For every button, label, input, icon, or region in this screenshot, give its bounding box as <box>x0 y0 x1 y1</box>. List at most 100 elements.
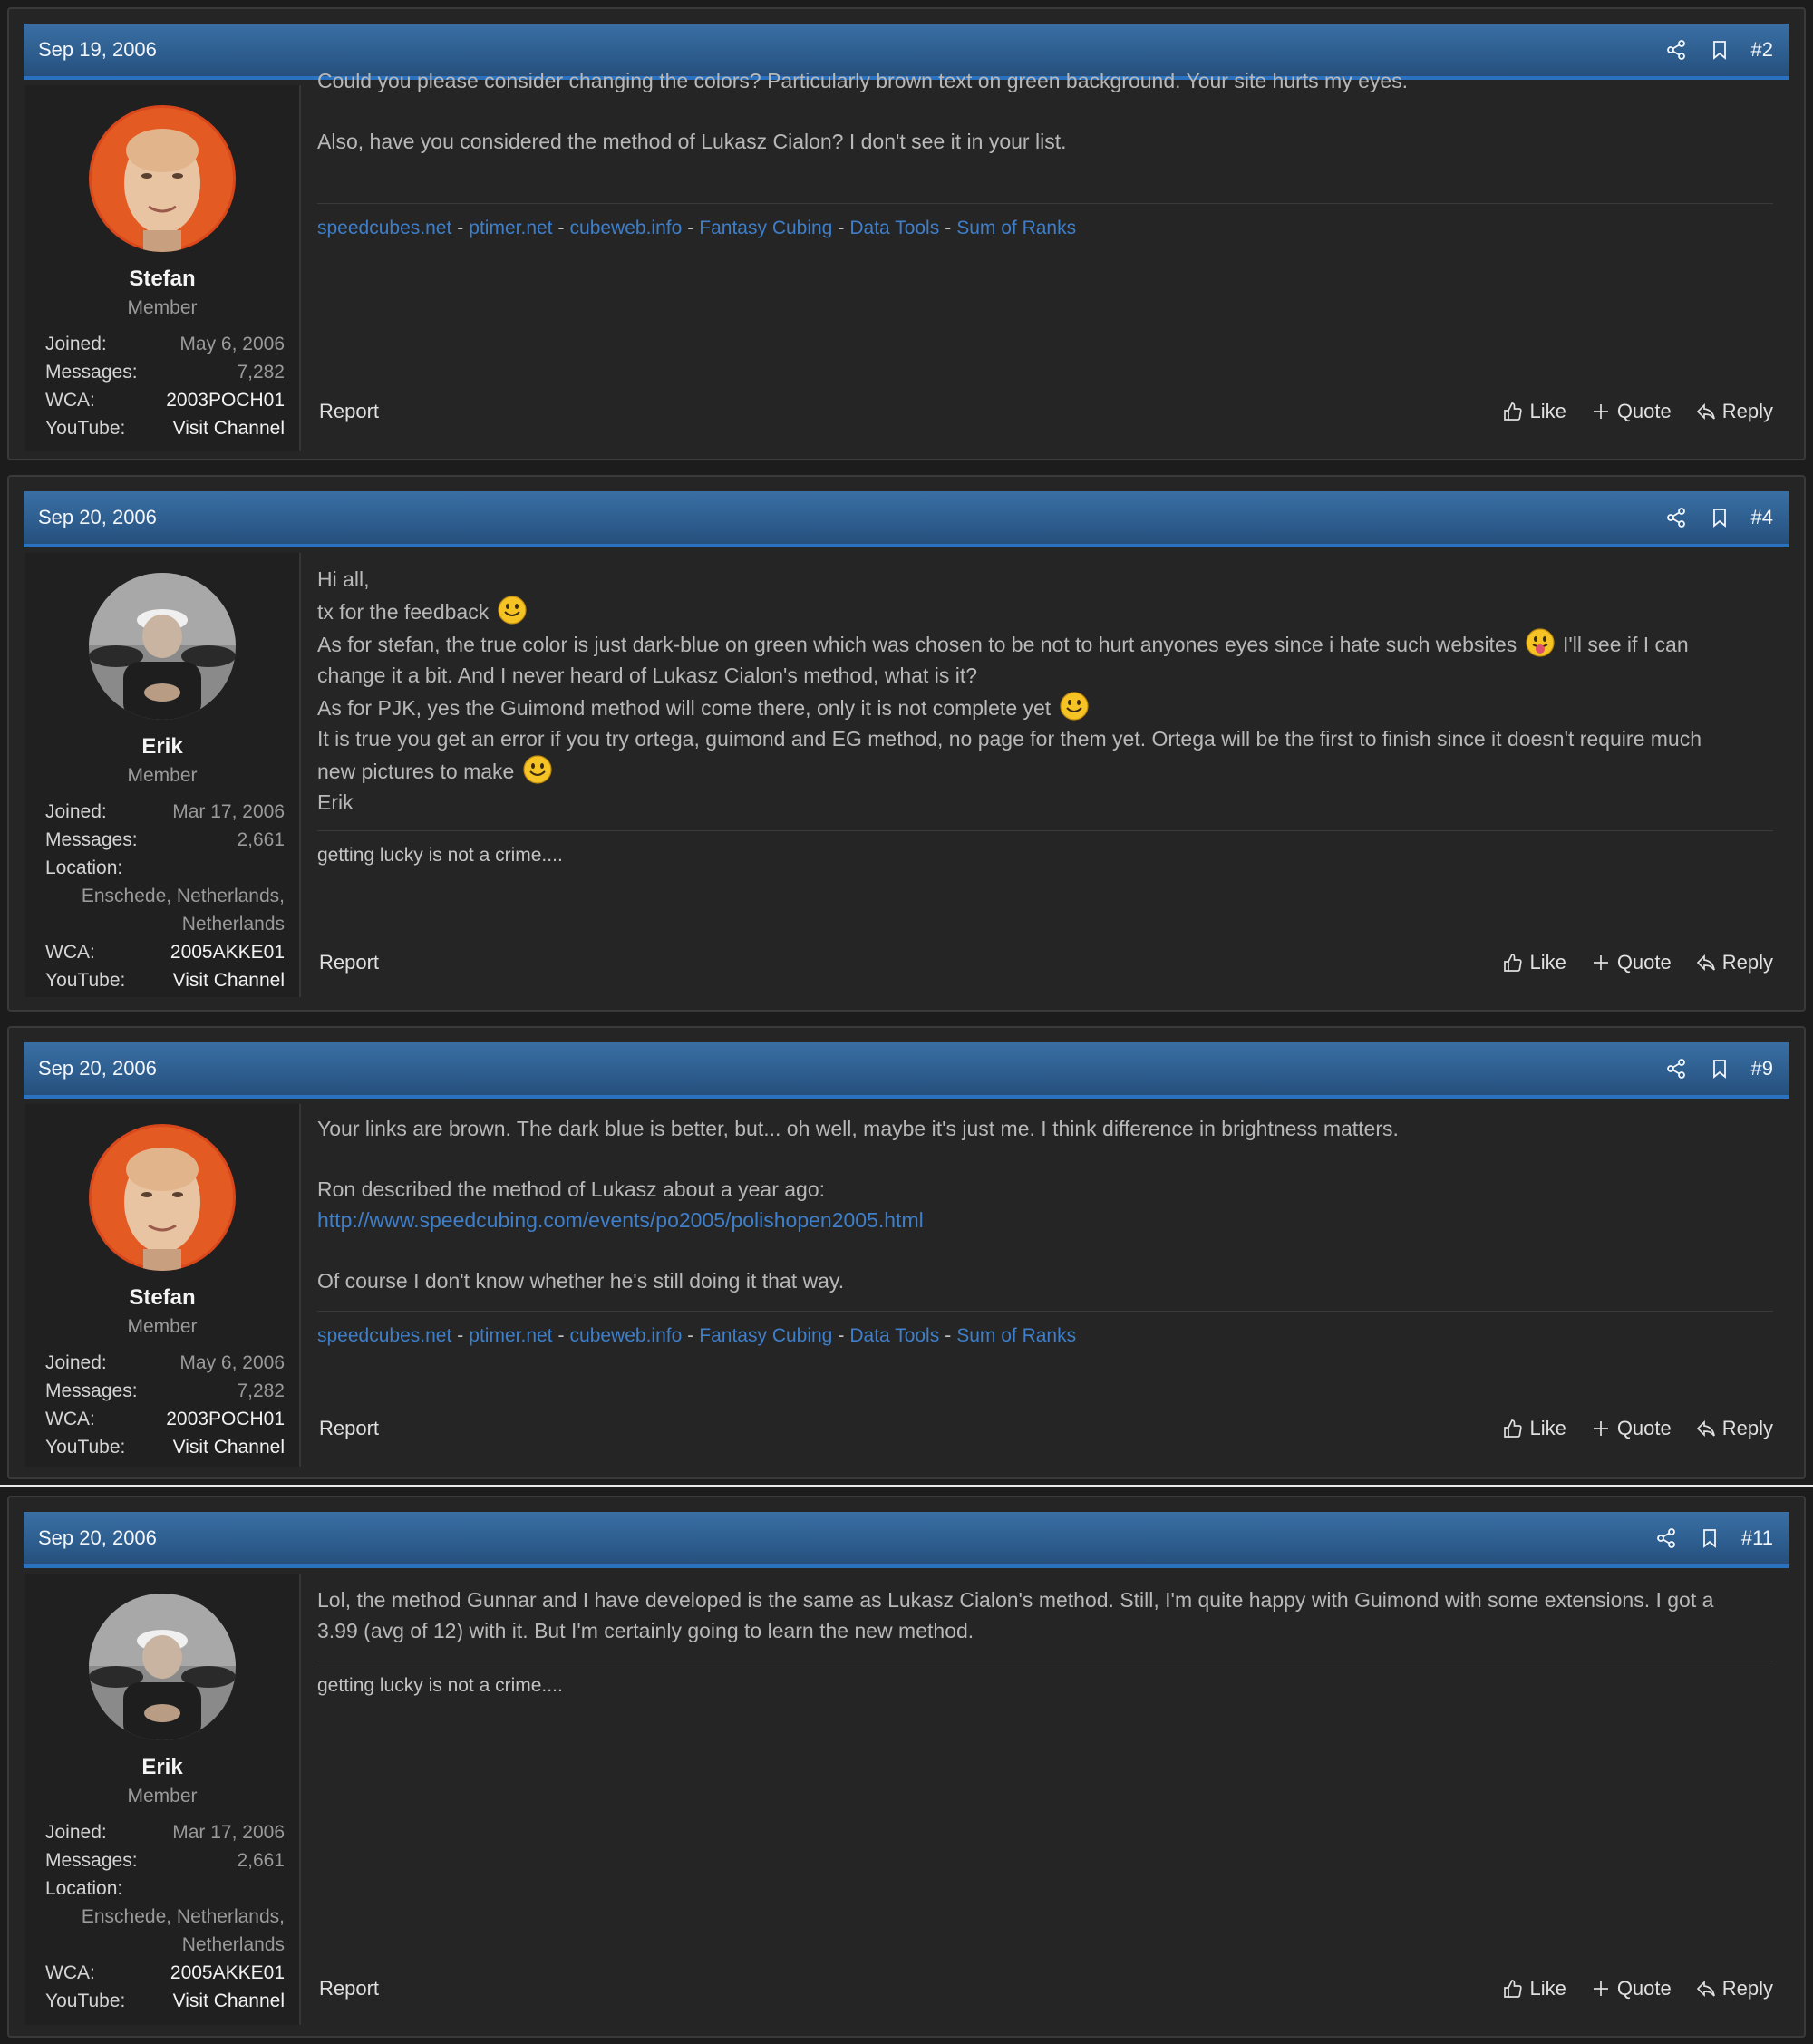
sig-link[interactable]: speedcubes.net <box>317 1325 451 1346</box>
post-number[interactable]: #2 <box>1751 38 1773 62</box>
wca-link[interactable]: 2005AKKE01 <box>170 938 285 966</box>
message-line: Ron described the method of Lukasz about… <box>317 1177 826 1201</box>
stat-messages: Messages: 2,661 <box>45 1850 285 1871</box>
stat-youtube: YouTube: Visit Channel <box>45 414 285 442</box>
post-number[interactable]: #9 <box>1751 1057 1773 1080</box>
smile-emoji <box>1059 692 1089 721</box>
report-button[interactable]: Report <box>319 400 1479 423</box>
bookmark-icon[interactable] <box>1706 504 1733 531</box>
report-button[interactable]: Report <box>319 1977 1479 2000</box>
plus-icon <box>1593 1421 1608 1436</box>
avatar[interactable] <box>89 573 236 720</box>
plus-icon <box>1593 955 1608 970</box>
sig-link[interactable]: Sum of Ranks <box>956 1325 1076 1346</box>
user-info: Erik Member Joined: Mar 17, 2006 Messages… <box>25 553 301 997</box>
quote-button[interactable]: Quote <box>1590 1977 1672 2000</box>
reply-icon <box>1696 1980 1715 1998</box>
post-date[interactable]: Sep 20, 2006 <box>38 1526 1636 1550</box>
sig-link[interactable]: Sum of Ranks <box>956 218 1076 238</box>
location-value[interactable]: Enschede, Netherlands, <box>45 1903 285 1931</box>
signature: getting lucky is not a crime.... <box>317 1661 1773 1700</box>
sig-link[interactable]: cubeweb.info <box>570 218 683 238</box>
like-button[interactable]: Like <box>1502 951 1566 974</box>
sig-link[interactable]: speedcubes.net <box>317 218 451 238</box>
share-icon[interactable] <box>1663 36 1690 63</box>
report-button[interactable]: Report <box>319 1417 1479 1440</box>
location-value[interactable]: Enschede, Netherlands, <box>45 882 285 910</box>
message-line: change it a bit. And I never heard of Lu… <box>317 664 978 687</box>
username[interactable]: Stefan <box>25 1285 299 1311</box>
message-line: Could you please consider changing the c… <box>317 69 1409 92</box>
sig-link[interactable]: Data Tools <box>849 1325 939 1346</box>
post-number[interactable]: #11 <box>1741 1526 1773 1550</box>
avatar[interactable] <box>89 105 236 252</box>
bookmark-icon[interactable] <box>1706 36 1733 63</box>
youtube-link[interactable]: Visit Channel <box>173 414 285 442</box>
sig-link[interactable]: ptimer.net <box>469 218 552 238</box>
share-icon[interactable] <box>1653 1525 1680 1552</box>
stat-wca: WCA: 2003POCH01 <box>45 1405 285 1433</box>
signature: speedcubes.net - ptimer.net - cubeweb.info - F… <box>317 203 1773 242</box>
quote-button[interactable]: Quote <box>1590 951 1672 974</box>
plus-icon <box>1593 1981 1608 1996</box>
message-body: Your links are brown. The dark blue is b… <box>317 1113 1773 1296</box>
username[interactable]: Erik <box>25 1755 299 1780</box>
quote-button[interactable]: Quote <box>1590 1417 1672 1440</box>
share-icon[interactable] <box>1663 504 1690 531</box>
like-button[interactable]: Like <box>1502 1977 1566 2000</box>
post-2: Sep 19, 2006 #2 Stefan Member Joined: May… <box>7 7 1806 460</box>
thumbs-up-icon <box>1504 1980 1523 1998</box>
stat-youtube: YouTube: Visit Channel <box>45 966 285 994</box>
reply-button[interactable]: Reply <box>1695 951 1773 974</box>
stat-location: Location: <box>45 857 123 878</box>
share-icon[interactable] <box>1663 1055 1690 1082</box>
like-button[interactable]: Like <box>1502 400 1566 423</box>
reply-icon <box>1696 954 1715 972</box>
user-info: Stefan Member Joined: May 6, 2006 Message… <box>25 1104 301 1467</box>
location-value[interactable]: Netherlands <box>45 1931 285 1959</box>
post-9: Sep 20, 2006 #9 Stefan Member Joined: May… <box>7 1026 1806 1479</box>
sig-link[interactable]: Fantasy Cubing <box>699 218 832 238</box>
user-stats: Joined: Mar 17, 2006 Messages: 2,661 Locat… <box>25 798 299 994</box>
quote-button[interactable]: Quote <box>1590 400 1672 423</box>
sig-link[interactable]: cubeweb.info <box>570 1325 683 1346</box>
user-info: Stefan Member Joined: May 6, 2006 Message… <box>25 85 301 451</box>
youtube-link[interactable]: Visit Channel <box>173 1433 285 1461</box>
wca-link[interactable]: 2005AKKE01 <box>170 1959 285 1987</box>
report-button[interactable]: Report <box>319 951 1479 974</box>
reply-button[interactable]: Reply <box>1695 1977 1773 2000</box>
message-line: new pictures to make <box>317 760 515 783</box>
reply-button[interactable]: Reply <box>1695 1417 1773 1440</box>
like-button[interactable]: Like <box>1502 1417 1566 1440</box>
thumbs-up-icon <box>1504 1419 1523 1438</box>
username[interactable]: Stefan <box>25 266 299 292</box>
reply-icon <box>1696 402 1715 421</box>
bookmark-icon[interactable] <box>1706 1055 1733 1082</box>
message-line: 3.99 (avg of 12) with it. But I'm certai… <box>317 1619 974 1642</box>
sig-link[interactable]: Data Tools <box>849 218 939 238</box>
avatar[interactable] <box>89 1124 236 1271</box>
bookmark-icon[interactable] <box>1696 1525 1723 1552</box>
post-date[interactable]: Sep 20, 2006 <box>38 1057 1646 1080</box>
sig-link[interactable]: ptimer.net <box>469 1325 552 1346</box>
tongue-emoji <box>1526 628 1555 657</box>
wca-link[interactable]: 2003POCH01 <box>166 1405 285 1433</box>
user-title: Member <box>127 297 198 318</box>
username[interactable]: Erik <box>25 734 299 760</box>
youtube-link[interactable]: Visit Channel <box>173 1987 285 2015</box>
wca-link[interactable]: 2003POCH01 <box>166 386 285 414</box>
avatar[interactable] <box>89 1594 236 1740</box>
post-number[interactable]: #4 <box>1751 506 1773 529</box>
location-value[interactable]: Netherlands <box>45 910 285 938</box>
message-line: It is true you get an error if you try o… <box>317 727 1702 751</box>
youtube-link[interactable]: Visit Channel <box>173 966 285 994</box>
stat-wca: WCA: 2005AKKE01 <box>45 1959 285 1987</box>
post-date[interactable]: Sep 19, 2006 <box>38 38 1646 62</box>
reply-button[interactable]: Reply <box>1695 400 1773 423</box>
post-11: Sep 20, 2006 #11 Erik Member Joined: Mar … <box>7 1496 1806 2038</box>
message-link[interactable]: http://www.speedcubing.com/events/po2005… <box>317 1208 924 1232</box>
post-date[interactable]: Sep 20, 2006 <box>38 506 1646 529</box>
sig-link[interactable]: Fantasy Cubing <box>699 1325 832 1346</box>
stat-wca: WCA: 2005AKKE01 <box>45 938 285 966</box>
message-body: Hi all, tx for the feedback As for stefa… <box>317 564 1773 818</box>
